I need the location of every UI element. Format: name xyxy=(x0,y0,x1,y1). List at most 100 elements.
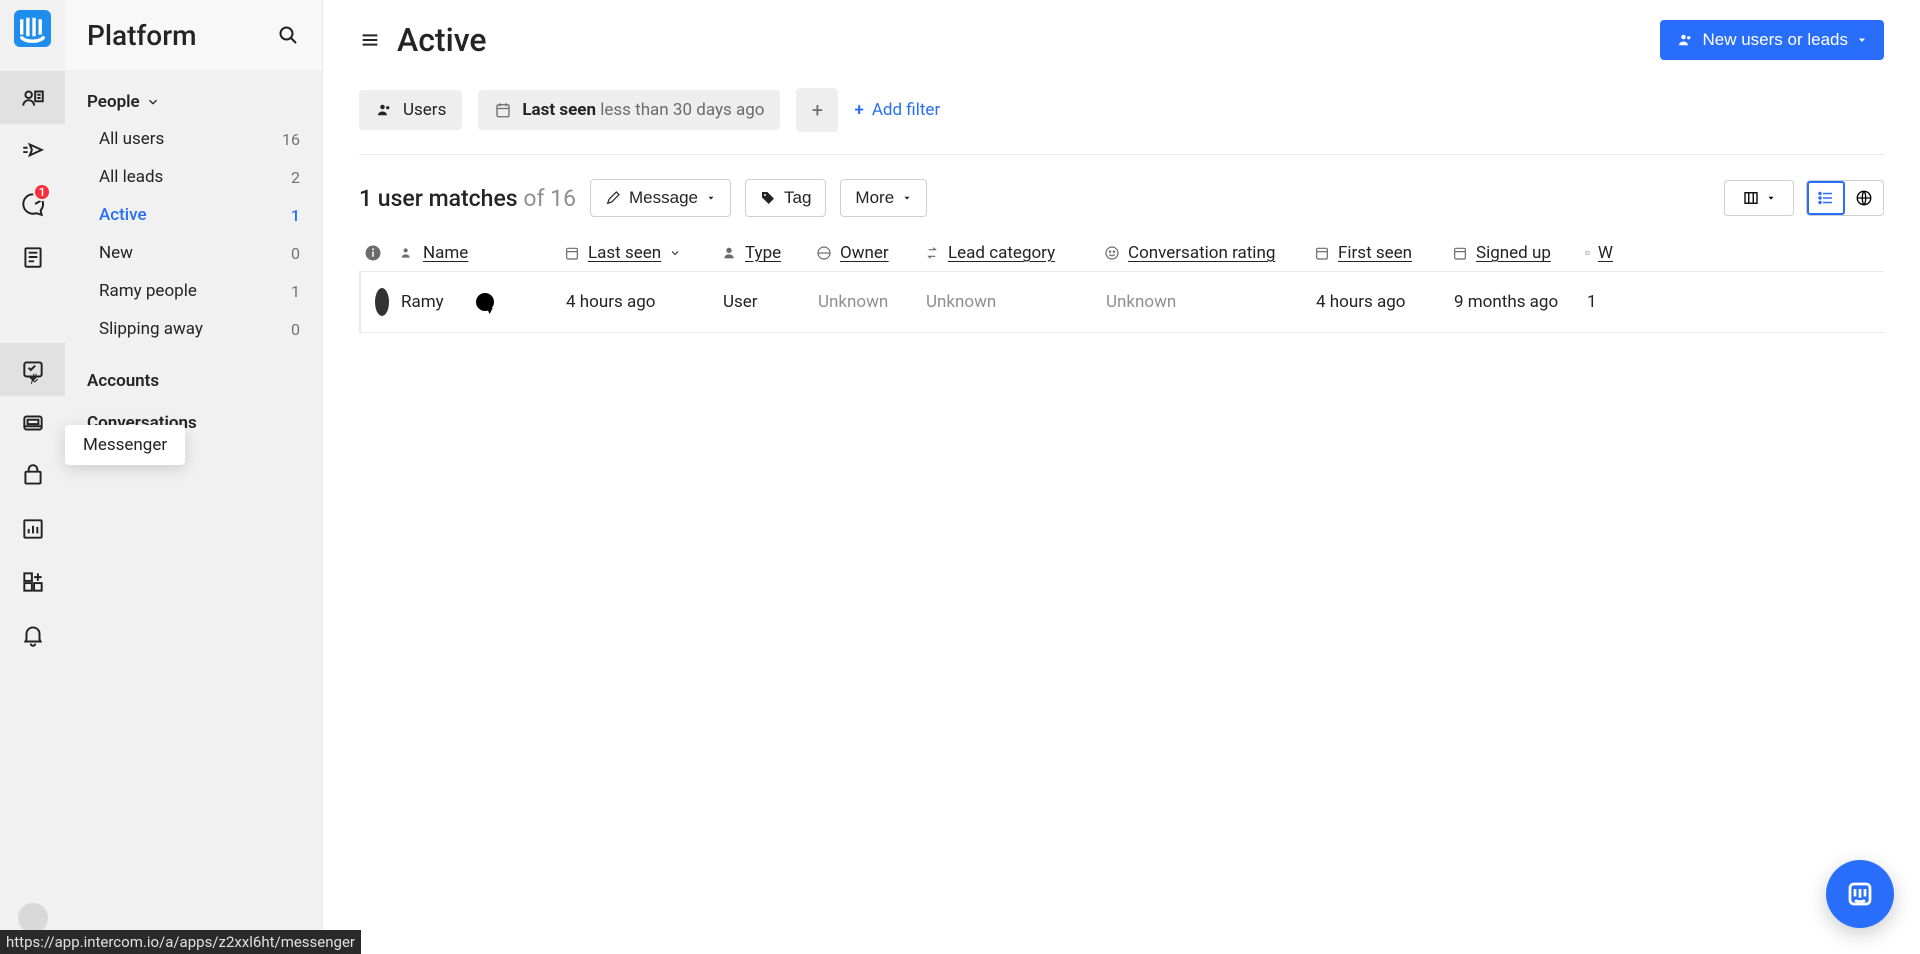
caret-down-icon xyxy=(1856,34,1868,46)
sidebar-item-slipping-away[interactable]: Slipping away0 xyxy=(87,310,300,348)
new-users-or-leads-button[interactable]: New users or leads xyxy=(1660,20,1884,60)
rail-messenger[interactable] xyxy=(0,343,65,396)
message-icon[interactable] xyxy=(476,293,494,311)
people-icon xyxy=(399,245,415,261)
cell-name: Ramy xyxy=(401,292,566,312)
caret-down-icon xyxy=(706,193,716,203)
filter-chip-last-seen[interactable]: Last seen less than 30 days ago xyxy=(478,90,780,130)
rail-articles[interactable] xyxy=(0,230,65,283)
sidebar-item-all-users[interactable]: All users16 xyxy=(87,120,300,158)
th-signed-up[interactable]: Signed up xyxy=(1452,243,1585,263)
swap-icon xyxy=(924,245,940,261)
chevron-down-icon xyxy=(669,247,681,259)
th-label: Lead category xyxy=(948,243,1055,263)
th-last-seen[interactable]: Last seen xyxy=(564,243,721,263)
globe-icon xyxy=(816,245,832,261)
plus-icon: + xyxy=(812,98,823,122)
sidebar-section-accounts[interactable]: Accounts xyxy=(87,360,300,402)
rail-outbound[interactable] xyxy=(0,124,65,177)
rail-appstore[interactable] xyxy=(0,555,65,608)
message-button[interactable]: Message xyxy=(590,179,731,217)
sidebar-item-label: Active xyxy=(99,205,147,225)
calendar-icon xyxy=(1314,245,1330,261)
table-row[interactable]: Ramy 4 hours ago User Unknown Unknown Un… xyxy=(359,272,1884,333)
list-view-button[interactable] xyxy=(1807,181,1845,215)
search-icon[interactable] xyxy=(276,23,300,47)
more-button[interactable]: More xyxy=(840,179,927,217)
filters-row: Users Last seen less than 30 days ago + … xyxy=(359,88,1884,155)
filter-chip-users[interactable]: Users xyxy=(359,90,462,130)
th-web[interactable]: W xyxy=(1585,243,1625,263)
add-filter-label: Add filter xyxy=(872,100,940,120)
matches-label: 1 user matches of 16 xyxy=(359,185,576,212)
menu-icon[interactable] xyxy=(359,29,381,51)
rail-inbox-badge: 1 xyxy=(33,183,51,201)
intercom-icon xyxy=(1845,879,1875,909)
sidebar-item-active[interactable]: Active 1 xyxy=(87,196,300,234)
rail-inbox[interactable]: 1 xyxy=(0,177,65,230)
chip-rest: less than 30 days ago xyxy=(600,100,764,120)
browser-status-bar: https://app.intercom.io/a/apps/z2xxl6ht/… xyxy=(0,930,361,954)
cell-first: 4 hours ago xyxy=(1316,292,1454,312)
people-icon xyxy=(1676,31,1694,49)
th-label: Name xyxy=(423,243,468,263)
columns-icon xyxy=(1742,189,1760,207)
tag-button[interactable]: Tag xyxy=(745,179,826,217)
sidebar: Platform People All users16 All leads2 A… xyxy=(65,0,323,954)
sidebar-item-new[interactable]: New0 xyxy=(87,234,300,272)
chip-label: Users xyxy=(403,100,446,120)
sidebar-item-count: 0 xyxy=(291,320,300,339)
cell-last-seen: 4 hours ago xyxy=(566,292,723,312)
cell-conv: Unknown xyxy=(1106,292,1316,312)
th-label: Type xyxy=(745,243,781,263)
people-icon xyxy=(375,101,393,119)
intercom-launcher[interactable] xyxy=(1826,860,1894,928)
matches-of: of 16 xyxy=(523,185,576,212)
rail-notifications[interactable] xyxy=(0,608,65,661)
calendar-icon xyxy=(564,245,580,261)
cell-type: User xyxy=(723,292,818,312)
button-label: Tag xyxy=(784,188,811,208)
th-type[interactable]: Type xyxy=(721,243,816,263)
rail-operator[interactable] xyxy=(0,396,65,449)
th-lead-category[interactable]: Lead category xyxy=(924,243,1104,263)
th-conversation-rating[interactable]: Conversation rating xyxy=(1104,243,1314,263)
app-logo-icon[interactable] xyxy=(14,10,51,47)
rail-platform[interactable] xyxy=(0,71,65,124)
sidebar-item-label: Ramy people xyxy=(99,281,197,301)
sidebar-section-label: People xyxy=(87,92,140,112)
sidebar-item-all-leads[interactable]: All leads2 xyxy=(87,158,300,196)
map-view-button[interactable] xyxy=(1845,181,1883,215)
rail-reports[interactable] xyxy=(0,502,65,555)
globe-icon xyxy=(1855,189,1873,207)
compose-icon xyxy=(605,190,621,206)
cell-signed: 9 months ago xyxy=(1454,292,1587,312)
filter-chip-add[interactable]: + xyxy=(796,88,838,132)
chevron-down-icon xyxy=(146,95,160,109)
th-owner[interactable]: Owner xyxy=(816,243,924,263)
button-label: Message xyxy=(629,188,698,208)
chip-bold: Last seen xyxy=(522,100,596,120)
sidebar-item-ramy-people[interactable]: Ramy people1 xyxy=(87,272,300,310)
th-first-seen[interactable]: First seen xyxy=(1314,243,1452,263)
plus-icon: + xyxy=(854,100,863,120)
sidebar-item-label: All leads xyxy=(99,167,163,187)
calendar-icon xyxy=(494,101,512,119)
th-name[interactable]: Name xyxy=(399,243,564,263)
th-label: W xyxy=(1598,243,1613,263)
sidebar-section-people[interactable]: People xyxy=(87,92,300,112)
cta-label: New users or leads xyxy=(1702,30,1848,50)
add-filter-button[interactable]: + Add filter xyxy=(854,100,940,120)
rail-tours[interactable] xyxy=(0,449,65,502)
chart-icon xyxy=(1585,245,1590,261)
sidebar-header: Platform xyxy=(65,0,322,70)
tag-icon xyxy=(760,190,776,206)
cell-w: 1 xyxy=(1587,292,1627,312)
columns-button[interactable] xyxy=(1724,180,1794,216)
th-info[interactable] xyxy=(359,244,399,262)
page-title: Active xyxy=(397,21,487,59)
sidebar-title: Platform xyxy=(87,19,276,52)
caret-down-icon xyxy=(1766,193,1776,203)
button-label: More xyxy=(855,188,894,208)
sidebar-item-count: 1 xyxy=(291,206,300,225)
